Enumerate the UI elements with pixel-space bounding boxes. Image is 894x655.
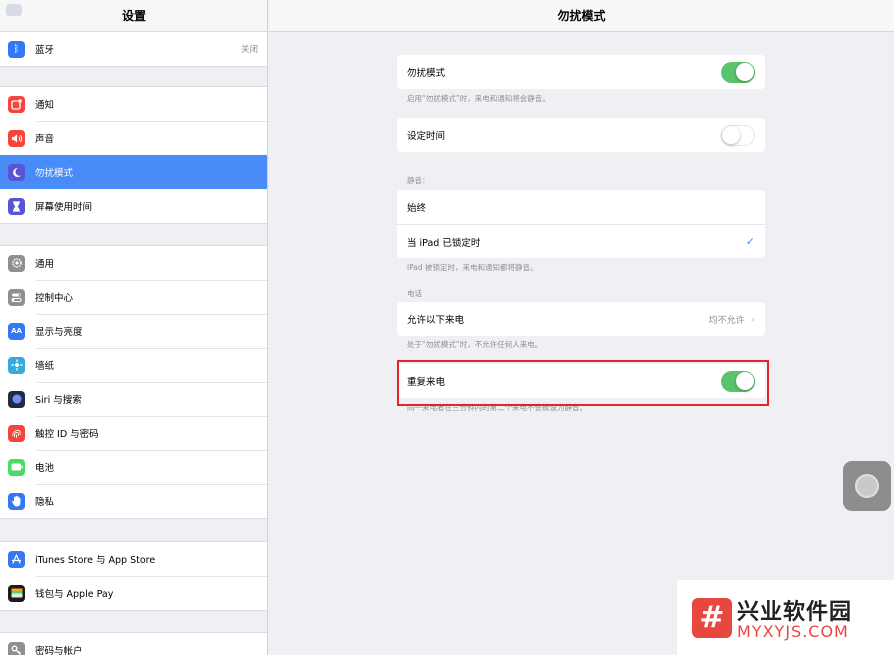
notifications-icon (8, 95, 25, 113)
sidebar-item-label: iTunes Store 与 App Store (35, 555, 156, 566)
watermark: # 兴业软件园 MYXYJS.COM (677, 580, 894, 655)
silence-always-row[interactable]: 始终 (397, 190, 765, 224)
settings-sidebar: 设置 ᛒ 蓝牙 关闭 通知 声音 勿扰模式 屏幕使用时间 通用 控制中心 AA … (0, 0, 268, 655)
dnd-card: 勿扰模式 (397, 55, 765, 89)
allow-calls-label: 允许以下来电 (407, 315, 465, 326)
assistive-touch-button[interactable] (843, 461, 891, 511)
silence-section-header: 静音： (407, 176, 430, 185)
checkmark-icon: ✓ (745, 235, 755, 248)
sidebar-item-app-store[interactable]: iTunes Store 与 App Store (0, 542, 267, 576)
dnd-label: 勿扰模式 (407, 68, 446, 79)
sidebar-group-connectivity: ᛒ 蓝牙 关闭 (0, 31, 267, 67)
sidebar-item-control-center[interactable]: 控制中心 (0, 280, 267, 314)
sidebar-item-passwords-accounts[interactable]: 密码与帐户 (0, 633, 267, 655)
sidebar-group-accounts: 密码与帐户 (0, 632, 267, 655)
control-center-icon (8, 288, 25, 306)
sidebar-item-label: 屏幕使用时间 (35, 202, 93, 213)
sidebar-group-general: 通用 控制中心 AA 显示与亮度 墙纸 Siri 与搜索 触控 ID 与密码 电… (0, 245, 267, 519)
key-icon (8, 641, 25, 655)
silence-card: 始终 当 iPad 已锁定时 ✓ (397, 190, 765, 258)
sidebar-item-label: 密码与帐户 (35, 646, 83, 655)
phone-section-header: 电话 (407, 289, 422, 298)
dnd-row: 勿扰模式 (397, 55, 765, 89)
sidebar-item-do-not-disturb[interactable]: 勿扰模式 (0, 155, 267, 189)
sidebar-item-siri[interactable]: Siri 与搜索 (0, 382, 267, 416)
phone-card: 允许以下来电 均不允许 › (397, 302, 765, 336)
sidebar-item-screen-time[interactable]: 屏幕使用时间 (0, 189, 267, 223)
wallpaper-icon (8, 356, 25, 374)
phone-footer: 处于“勿扰模式”时，不允许任何人来电。 (407, 340, 543, 349)
sidebar-group-notifications: 通知 声音 勿扰模式 屏幕使用时间 (0, 86, 267, 224)
assistive-touch-ring-icon (855, 474, 879, 498)
scheduled-card: 设定时间 (397, 118, 765, 152)
sidebar-item-label: 蓝牙 (35, 45, 55, 56)
sidebar-header: 设置 (0, 0, 267, 32)
sidebar-item-label: 电池 (35, 463, 55, 474)
toggle-knob (722, 125, 740, 144)
sidebar-item-label: 通用 (35, 259, 55, 270)
sidebar-item-display-brightness[interactable]: AA 显示与亮度 (0, 314, 267, 348)
do-not-disturb-pane: 勿扰模式 勿扰模式 启用“勿扰模式”时，来电和通知将会静音。 设定时间 静音： … (269, 0, 894, 655)
allow-calls-value: 均不允许 (708, 315, 745, 326)
sidebar-item-bluetooth[interactable]: ᛒ 蓝牙 关闭 (0, 32, 267, 66)
siri-icon (8, 390, 25, 408)
sidebar-group-stores: iTunes Store 与 App Store 钱包与 Apple Pay (0, 541, 267, 611)
sidebar-item-battery[interactable]: 电池 (0, 450, 267, 484)
silence-locked-label: 当 iPad 已锁定时 (407, 237, 481, 249)
chevron-right-icon: › (750, 312, 755, 326)
sidebar-item-label: Siri 与搜索 (35, 395, 82, 406)
scheduled-toggle[interactable] (721, 124, 755, 146)
gear-icon (8, 254, 25, 272)
sidebar-item-privacy[interactable]: 隐私 (0, 484, 267, 518)
silence-always-label: 始终 (407, 203, 427, 214)
hand-icon (8, 492, 25, 510)
silence-footer: iPad 被锁定时，来电和通知都将静音。 (407, 263, 538, 272)
sidebar-item-label: 声音 (35, 134, 55, 145)
sidebar-item-label: 勿扰模式 (35, 168, 74, 179)
sidebar-item-label: 触控 ID 与密码 (35, 429, 99, 440)
dnd-footer: 启用“勿扰模式”时，来电和通知将会静音。 (407, 94, 550, 103)
page-title: 勿扰模式 (269, 0, 894, 32)
sidebar-item-label: 通知 (35, 100, 55, 111)
wallet-icon (8, 584, 25, 602)
sidebar-item-sounds[interactable]: 声音 (0, 121, 267, 155)
allow-calls-row[interactable]: 允许以下来电 均不允许 › (397, 302, 765, 336)
sidebar-item-wallet[interactable]: 钱包与 Apple Pay (0, 576, 267, 610)
sidebar-item-label: 钱包与 Apple Pay (35, 589, 114, 600)
highlight-box (397, 360, 769, 406)
sidebar-item-label: 显示与亮度 (35, 327, 83, 338)
sidebar-item-general[interactable]: 通用 (0, 246, 267, 280)
sidebar-item-label: 墙纸 (35, 361, 55, 372)
hourglass-icon (8, 197, 25, 215)
sidebar-item-label: 控制中心 (35, 293, 74, 304)
sidebar-item-touch-id[interactable]: 触控 ID 与密码 (0, 416, 267, 450)
sidebar-title: 设置 (121, 9, 146, 23)
toggle-knob (735, 63, 754, 81)
sidebar-item-label: 隐私 (35, 497, 55, 508)
sound-icon (8, 129, 25, 147)
bluetooth-icon: ᛒ (8, 40, 25, 58)
silence-locked-row[interactable]: 当 iPad 已锁定时 ✓ (397, 224, 765, 258)
scheduled-label: 设定时间 (407, 131, 446, 142)
sidebar-item-wallpaper[interactable]: 墙纸 (0, 348, 267, 382)
search-field-ghost (6, 4, 22, 16)
watermark-logo: # (692, 598, 732, 638)
sidebar-item-value: 关闭 (240, 45, 258, 55)
app-store-icon (8, 550, 25, 568)
sidebar-item-notifications[interactable]: 通知 (0, 87, 267, 121)
dnd-toggle[interactable] (721, 61, 755, 83)
fingerprint-icon (8, 424, 25, 442)
watermark-domain: MYXYJS.COM (737, 622, 849, 641)
display-icon: AA (8, 322, 25, 340)
battery-icon (8, 458, 25, 476)
moon-icon (8, 163, 25, 181)
scheduled-row: 设定时间 (397, 118, 765, 152)
